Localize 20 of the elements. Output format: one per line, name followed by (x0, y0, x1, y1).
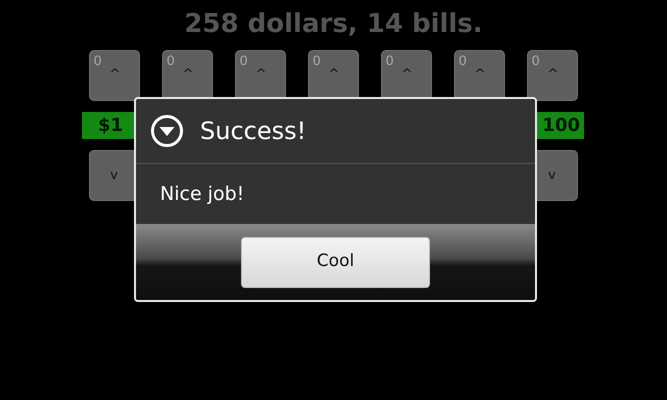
count-label: 0 (312, 53, 321, 71)
count-label: 0 (240, 53, 248, 71)
up-caret-label: ^ (548, 66, 558, 84)
up-caret-label: ^ (182, 66, 194, 84)
increment-button[interactable]: 0 ^ (88, 50, 140, 101)
dialog-title: Success! (200, 116, 306, 147)
dialog-message: Nice job! (160, 182, 244, 207)
count-label: 0 (94, 53, 102, 71)
up-caret-label: ^ (256, 66, 266, 84)
cool-button[interactable]: Cool (241, 236, 430, 288)
up-caret-label: ^ (402, 66, 412, 84)
up-caret-label: ^ (328, 66, 340, 84)
count-label: 0 (532, 53, 540, 71)
up-caret-label: ^ (474, 66, 486, 84)
count-label: 0 (458, 53, 467, 71)
count-label: 0 (386, 53, 394, 71)
increment-button[interactable]: 0 ^ (526, 50, 578, 101)
count-label: 0 (166, 53, 175, 71)
up-caret-label: ^ (110, 66, 120, 84)
total-heading: 258 dollars, 14 bills. (184, 8, 483, 41)
